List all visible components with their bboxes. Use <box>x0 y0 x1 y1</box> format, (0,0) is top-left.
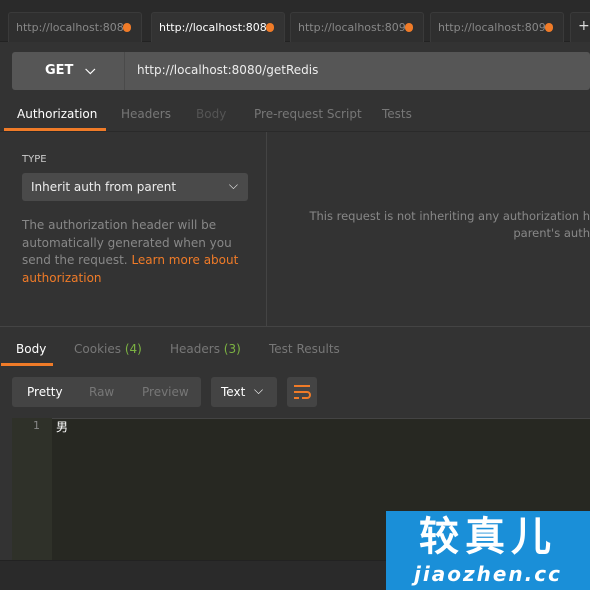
chevron-down-icon: ⌵ <box>228 178 238 192</box>
request-tab[interactable]: http://localhost:809 <box>290 12 424 42</box>
chevron-down-icon: ⌵ <box>254 383 264 397</box>
auth-type-value: Inherit auth from parent <box>31 180 177 194</box>
unsaved-dot-icon <box>266 23 274 32</box>
message-line: This request is not inheriting any autho… <box>309 209 590 223</box>
tab-body[interactable]: Body <box>196 107 226 121</box>
tab-label: http://localhost:809 <box>298 21 406 34</box>
watermark-logo: 较真儿 jiaozhen.cc <box>386 511 590 590</box>
request-tab[interactable]: http://localhost:808 <box>8 12 142 42</box>
auth-type-select[interactable]: Inherit auth from parent ⌵ <box>22 173 248 201</box>
tab-headers[interactable]: Headers <box>121 107 171 121</box>
unsaved-dot-icon <box>123 23 131 32</box>
line-number: 1 <box>33 419 40 432</box>
tab-response-headers[interactable]: Headers (3) <box>170 342 241 356</box>
cookies-count: (4) <box>124 342 142 356</box>
new-tab-button[interactable]: + <box>570 12 590 42</box>
method-label: GET <box>45 63 74 78</box>
tab-authorization[interactable]: Authorization <box>17 107 97 121</box>
tab-label: http://localhost:809 <box>438 21 546 34</box>
wrap-icon <box>294 385 311 399</box>
tab-tests[interactable]: Tests <box>382 107 412 121</box>
wrap-lines-button[interactable] <box>287 377 317 407</box>
request-tab-active[interactable]: http://localhost:808 <box>151 12 285 42</box>
tab-label: Headers <box>170 342 220 356</box>
line-gutter <box>12 418 52 560</box>
watermark-text: 较真儿 <box>419 514 557 560</box>
tab-response-body[interactable]: Body <box>16 342 46 356</box>
raw-button[interactable]: Raw <box>89 385 114 399</box>
method-select[interactable]: GET ⌵ <box>12 52 125 90</box>
active-tab-indicator <box>1 363 53 366</box>
tab-label: http://localhost:808 <box>159 21 267 34</box>
format-value: Text <box>221 385 246 399</box>
watermark-domain: jiaozhen.cc <box>414 562 562 586</box>
pretty-button[interactable]: Pretty <box>27 385 63 399</box>
tab-label: Cookies <box>74 342 121 356</box>
message-line: parent's auth <box>513 226 590 240</box>
request-tab[interactable]: http://localhost:809 <box>430 12 564 42</box>
response-content: 男 <box>56 420 69 434</box>
divider <box>0 326 590 327</box>
tab-pre-request-script[interactable]: Pre-request Script <box>254 107 362 121</box>
format-select[interactable]: Text ⌵ <box>211 377 277 407</box>
chevron-down-icon: ⌵ <box>85 63 96 78</box>
auth-message: This request is not inheriting any autho… <box>280 208 590 242</box>
tab-cookies[interactable]: Cookies (4) <box>74 342 142 356</box>
unsaved-dot-icon <box>545 23 553 32</box>
type-label: TYPE <box>22 154 47 165</box>
tab-test-results[interactable]: Test Results <box>269 342 340 356</box>
tab-label: http://localhost:808 <box>16 21 124 34</box>
preview-button[interactable]: Preview <box>142 385 189 399</box>
auth-help-text: The authorization header will be automat… <box>22 217 252 287</box>
headers-count: (3) <box>223 342 241 356</box>
view-mode-group: Pretty Raw Preview <box>12 377 201 407</box>
unsaved-dot-icon <box>405 23 413 32</box>
url-input[interactable]: http://localhost:8080/getRedis <box>137 63 318 77</box>
